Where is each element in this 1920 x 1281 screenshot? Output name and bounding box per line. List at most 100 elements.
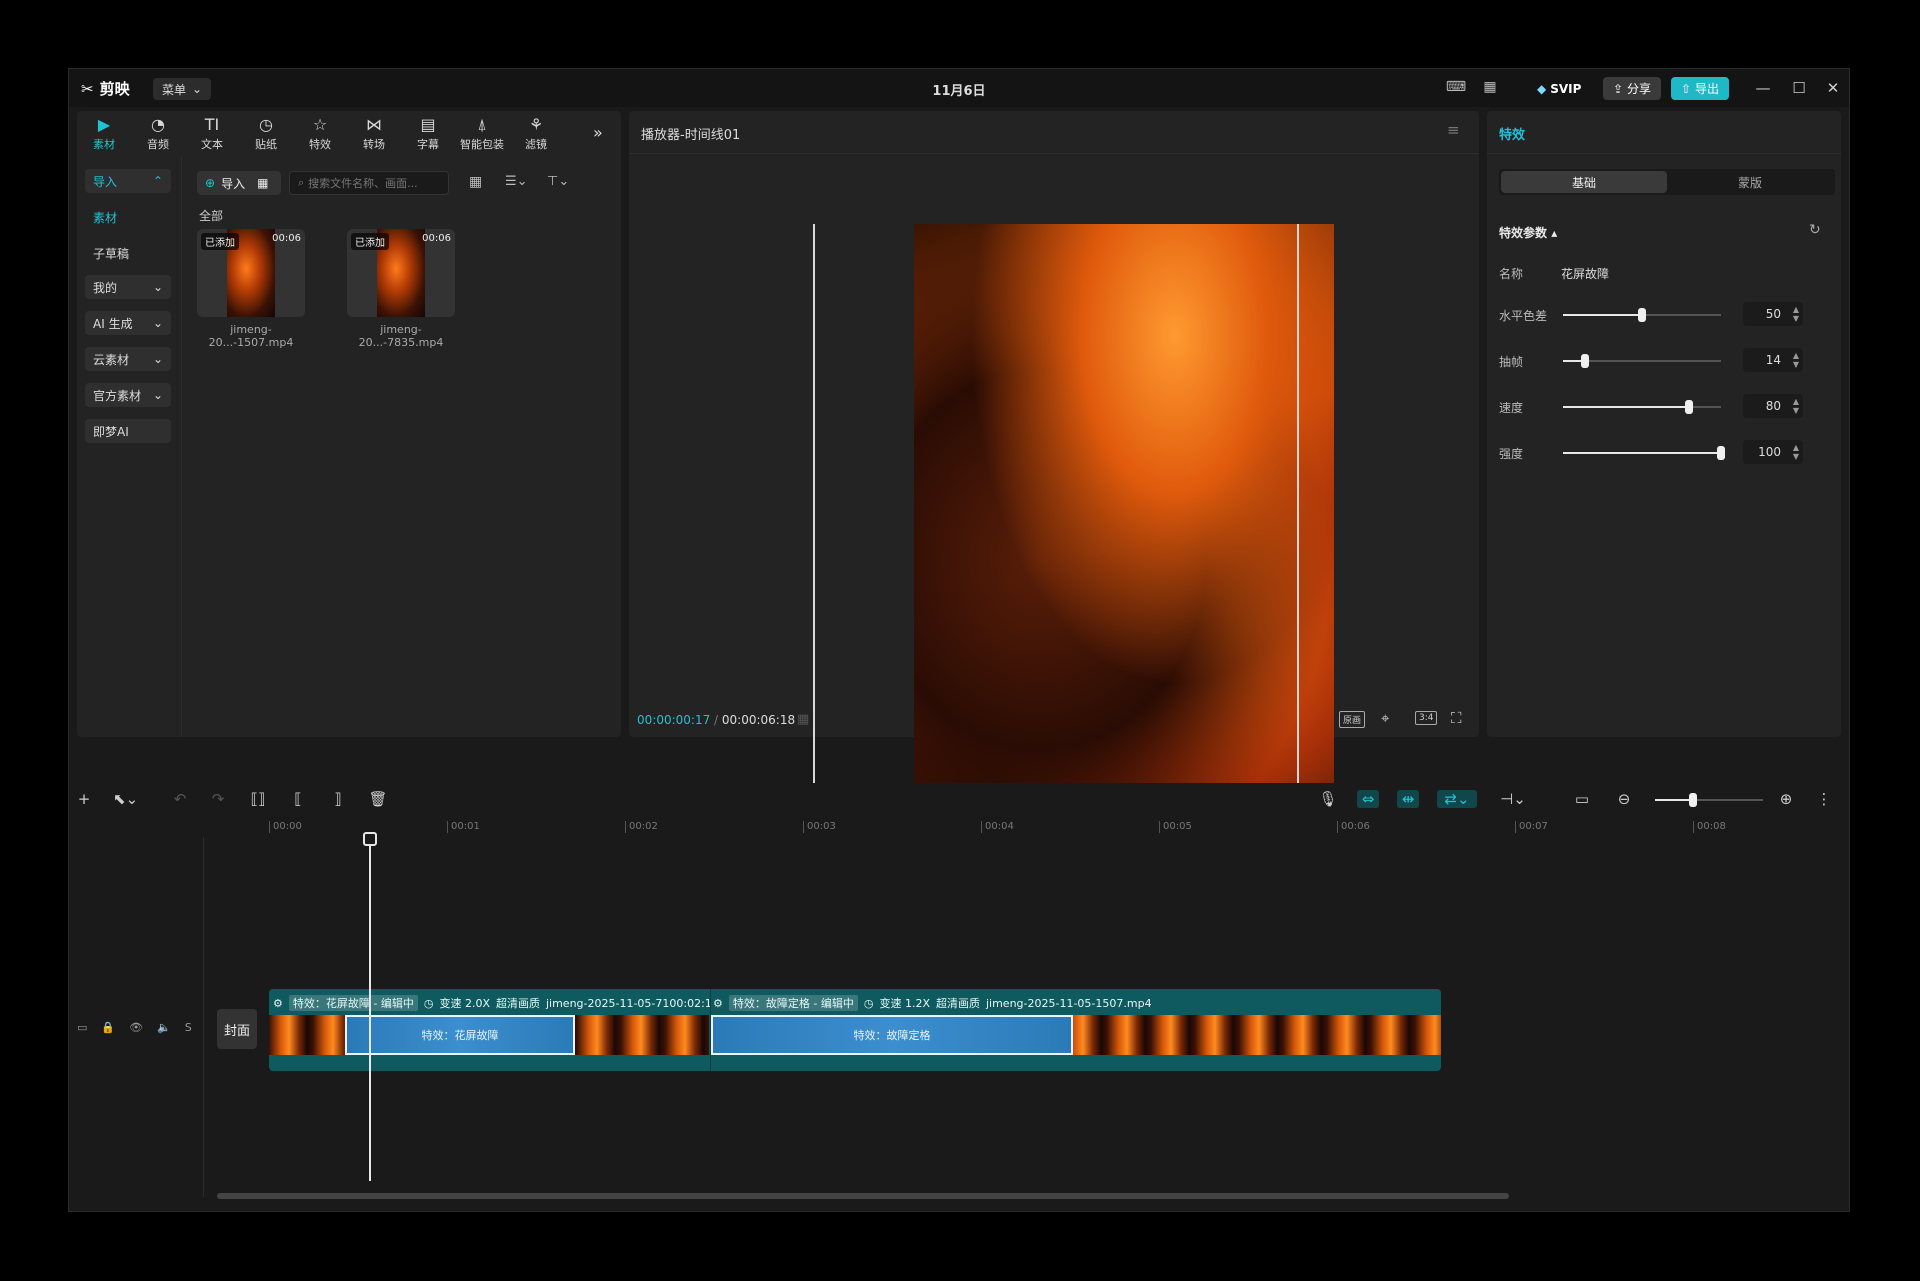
effect-clip[interactable]: 特效：花屏故障 [345, 1015, 575, 1055]
slider-knob[interactable] [1717, 446, 1725, 460]
sidebar-item-subdraft[interactable]: 子草稿 [85, 241, 171, 265]
sidebar-item-material[interactable]: 素材 [85, 205, 171, 229]
redo-icon[interactable]: ↷ [207, 790, 229, 808]
reset-icon[interactable]: ↻ [1809, 222, 1821, 238]
track-controls: ▭ 🔒 👁 🔈 S [77, 1021, 192, 1034]
export-button[interactable]: ⇧ 导出 [1671, 77, 1729, 100]
param-value-input[interactable]: 50 ▲ ▼ [1743, 302, 1803, 326]
aspect-ratio-button[interactable]: 3:4 [1415, 711, 1438, 725]
ruler-tick: 00:00 [269, 821, 302, 833]
zoom-out-icon[interactable]: ⊖ [1613, 790, 1635, 808]
param-value-input[interactable]: 14 ▲ ▼ [1743, 348, 1803, 372]
stepper-icon[interactable]: ▲ ▼ [1793, 397, 1799, 415]
sidebar-item-import[interactable]: 导入 ⌃ [85, 169, 171, 193]
timeline-ruler[interactable]: 00:00 00:01 00:02 00:03 00:04 00:05 00:0… [269, 821, 1839, 837]
sidebar-item-mine[interactable]: 我的 ⌄ [85, 275, 171, 299]
param-value-input[interactable]: 100 ▲ ▼ [1743, 440, 1803, 464]
minimize-icon[interactable]: — [1751, 77, 1775, 99]
undo-icon[interactable]: ↶ [169, 790, 191, 808]
param-label: 水平色差 [1499, 309, 1548, 323]
media-icon: ▶ [97, 114, 111, 134]
svip-badge[interactable]: ◆ SVIP [1537, 78, 1581, 100]
tab-basic[interactable]: 基础 [1501, 171, 1667, 193]
timeline-scrollbar[interactable] [217, 1193, 1509, 1199]
more-options-icon[interactable]: ⋮ [1813, 790, 1835, 808]
section-title[interactable]: 特效参数 ▴ [1499, 224, 1557, 241]
speaker-icon[interactable]: 🔈 [157, 1021, 171, 1034]
tool-text[interactable]: TI 文本 [185, 111, 239, 157]
microphone-icon[interactable]: 🎙 [1317, 790, 1339, 808]
tool-audio[interactable]: ◔ 音频 [131, 111, 185, 157]
link-toggle-icon[interactable]: ⇄⌄ [1437, 790, 1477, 808]
split-icon[interactable]: ⟦⟧ [247, 790, 269, 808]
focus-icon[interactable]: ⌖ [1381, 709, 1389, 727]
lock-icon[interactable]: 🔒 [101, 1021, 115, 1034]
slider-knob[interactable] [1581, 354, 1590, 368]
playhead-handle[interactable] [363, 832, 377, 846]
param-slider[interactable] [1563, 308, 1721, 322]
tool-effects[interactable]: ☆ 特效 [293, 111, 347, 157]
main-track-magnet-icon[interactable]: ⇔ [1357, 790, 1379, 808]
eye-icon[interactable]: 👁 [129, 1021, 143, 1034]
cover-toggle-icon[interactable]: ▭ [77, 1021, 87, 1034]
expand-more-icon[interactable]: » [593, 123, 603, 142]
tool-media[interactable]: ▶ 素材 [77, 111, 131, 157]
param-slider[interactable] [1563, 354, 1721, 368]
caption-icon[interactable]: ▭ [1571, 790, 1593, 808]
tab-mask[interactable]: 蒙版 [1667, 171, 1833, 193]
sidebar-item-jimeng-ai[interactable]: 即梦AI [85, 419, 171, 443]
select-tool-icon[interactable]: ⬉⌄ [113, 790, 138, 808]
trim-left-icon[interactable]: ⟦ [287, 790, 309, 808]
tool-subtitle[interactable]: ▤ 字幕 [401, 111, 455, 157]
sort-icon[interactable]: ☰⌄ [505, 174, 528, 189]
param-slider[interactable] [1563, 446, 1725, 460]
shortcut-keys-icon[interactable]: ⌨ [1445, 79, 1467, 97]
close-icon[interactable]: ✕ [1821, 77, 1845, 99]
video-track[interactable]: ⚙ 特效：花屏故障 - 编辑中 ◷ 变速 2.0X 超清画质 jimeng-20… [269, 989, 1441, 1071]
diamond-icon: ◆ [1537, 82, 1547, 96]
hamburger-menu-icon[interactable]: ≡ [1447, 121, 1460, 139]
grid-overlay-icon[interactable]: ▦ [797, 712, 809, 727]
add-track-icon[interactable]: + [73, 790, 95, 808]
slider-knob[interactable] [1638, 308, 1646, 322]
zoom-in-icon[interactable]: ⊕ [1775, 790, 1797, 808]
tool-filter[interactable]: ⚘ 滤镜 [509, 111, 563, 157]
stepper-icon[interactable]: ▲ ▼ [1793, 351, 1799, 369]
cover-button[interactable]: 封面 [217, 1009, 257, 1049]
share-button[interactable]: ⇪ 分享 [1603, 77, 1661, 100]
filter-sort-icon[interactable]: ⊤⌄ [547, 174, 569, 189]
timeline-toolbar: + ⬉⌄ ↶ ↷ ⟦⟧ ⟦ ⟧ 🗑 🎙 ⇔ ⇹ ⇄⌄ ⊣⌄ ▭ ⊖ ⊕ ⋮ [69, 781, 1849, 817]
slider-knob[interactable] [1689, 793, 1697, 807]
video-preview[interactable] [914, 224, 1334, 783]
preview-axis-icon[interactable]: ⊣⌄ [1493, 790, 1533, 808]
stepper-icon[interactable]: ▲ ▼ [1793, 305, 1799, 323]
sidebar-item-ai-generate[interactable]: AI 生成 ⌄ [85, 311, 171, 335]
sidebar-item-cloud[interactable]: 云素材 ⌄ [85, 347, 171, 371]
smart-pack-icon: ⍋ [477, 114, 487, 134]
tool-smart-pack[interactable]: ⍋ 智能包装 [455, 111, 509, 157]
tool-transition[interactable]: ⋈ 转场 [347, 111, 401, 157]
auto-snap-icon[interactable]: ⇹ [1397, 790, 1419, 808]
tool-sticker[interactable]: ◷ 贴纸 [239, 111, 293, 157]
track-label[interactable]: S [185, 1021, 192, 1034]
search-input[interactable]: ⌕ 搜索文件名称、画面... [289, 171, 449, 195]
sidebar-item-official[interactable]: 官方素材 ⌄ [85, 383, 171, 407]
param-value-input[interactable]: 80 ▲ ▼ [1743, 394, 1803, 418]
param-slider[interactable] [1563, 400, 1721, 414]
transition-icon: ⋈ [366, 114, 382, 134]
playhead[interactable] [369, 833, 371, 1181]
media-item[interactable]: 已添加 00:06 [197, 229, 305, 317]
original-quality-button[interactable]: 原画 [1339, 711, 1366, 728]
import-button[interactable]: ⊕ 导入 ▦ [197, 171, 281, 195]
effect-clip[interactable]: 特效：故障定格 [711, 1015, 1073, 1055]
layout-icon[interactable]: ▦ [1479, 79, 1501, 97]
trim-right-icon[interactable]: ⟧ [327, 790, 349, 808]
media-item[interactable]: 已添加 00:06 [347, 229, 455, 317]
maximize-icon[interactable]: ☐ [1787, 77, 1811, 99]
zoom-slider[interactable] [1655, 793, 1763, 807]
fullscreen-icon[interactable]: ⛶ [1451, 709, 1462, 727]
slider-knob[interactable] [1685, 400, 1694, 414]
stepper-icon[interactable]: ▲ ▼ [1793, 443, 1799, 461]
view-toggle-icon[interactable]: ▦ [469, 174, 482, 190]
delete-icon[interactable]: 🗑 [367, 790, 389, 808]
